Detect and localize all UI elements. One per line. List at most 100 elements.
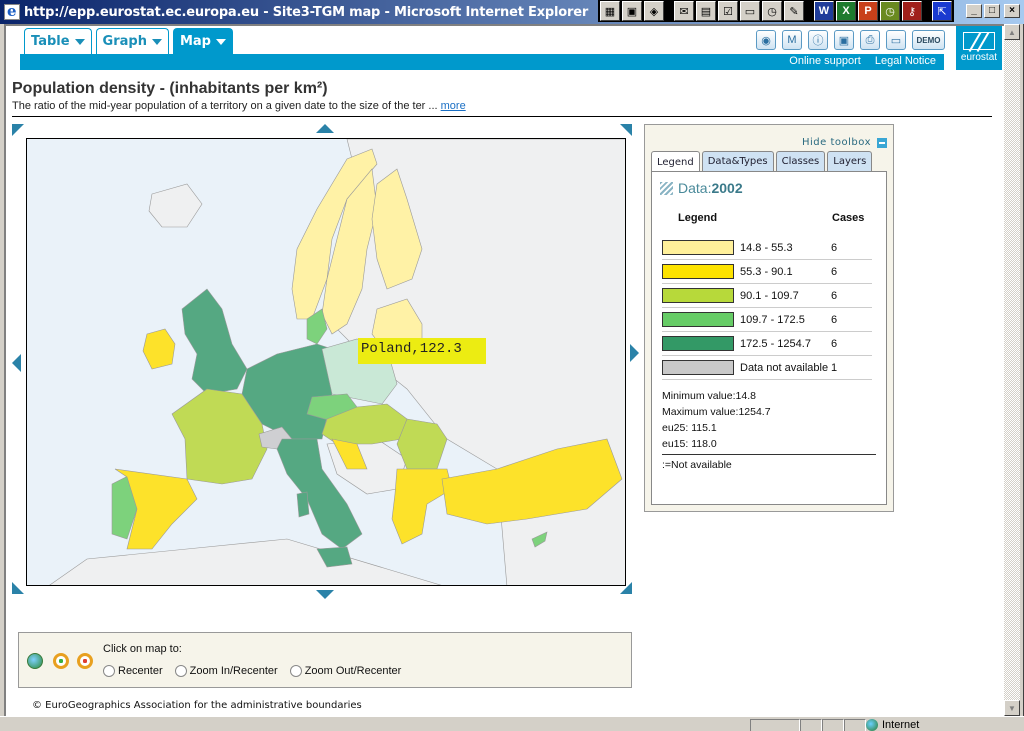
legend-panel: Data:2002 Legend Cases 14.8 - 55.3 6 55.3 …	[651, 171, 887, 505]
ie-page-icon	[4, 2, 20, 20]
folder-icon[interactable]: ▭	[886, 30, 906, 50]
clock-icon[interactable]: ◷	[880, 1, 900, 21]
security-zone: Internet	[866, 719, 919, 731]
chevron-down-icon	[215, 38, 226, 45]
tab-map[interactable]: Map	[172, 28, 233, 54]
pan-east-arrow[interactable]	[630, 344, 639, 362]
legend-range: 55.3 - 90.1	[740, 265, 793, 278]
eurostat-logo[interactable]: eurostat	[956, 26, 1002, 70]
not-available-note: :=Not available	[662, 459, 732, 471]
radio-button[interactable]	[289, 665, 302, 677]
contacts-icon[interactable]: ▭	[740, 1, 760, 21]
status-bar: Internet	[0, 716, 1024, 731]
mail-icon[interactable]: ✉	[674, 1, 694, 21]
page-title: Population density - (inhabitants per km…	[12, 80, 328, 97]
scroll-down-button[interactable]: ▼	[1004, 700, 1020, 716]
radio-button[interactable]	[103, 665, 115, 677]
toolbox-tab-data-types[interactable]: Data&Types	[701, 151, 774, 171]
word-doc-icon[interactable]: M	[782, 30, 802, 50]
powerpoint-icon[interactable]: P	[858, 1, 878, 21]
toolbar-icons: ◉ M ⓘ ▣ ⎙ ▭ DEMO	[756, 30, 945, 50]
view-tabs: Table Graph Map	[24, 28, 233, 54]
radio-button[interactable]	[174, 665, 187, 677]
zoom-in-icon[interactable]	[53, 653, 69, 669]
page-description: The ratio of the mid-year population of …	[12, 100, 466, 112]
legend-cases: 6	[831, 289, 838, 302]
chevron-down-icon	[151, 38, 162, 45]
chevron-down-icon	[74, 38, 85, 45]
legend-header: Legend	[678, 212, 718, 224]
pan-north-arrow[interactable]	[316, 124, 334, 133]
scroll-up-button[interactable]: ▲	[1004, 24, 1020, 40]
pan-northeast-arrow[interactable]	[620, 124, 632, 136]
excel-icon[interactable]: X	[836, 1, 856, 21]
data-year-label: Data:2002	[660, 180, 743, 196]
tab-table[interactable]: Table	[24, 28, 92, 54]
close-button[interactable]: ×	[1004, 4, 1020, 18]
info-icon[interactable]: ⓘ	[808, 30, 828, 50]
logo-text: eurostat	[960, 52, 998, 63]
legend-cases: 6	[831, 313, 838, 326]
more-link[interactable]: more	[441, 100, 466, 112]
legend-range: 109.7 - 172.5	[740, 313, 805, 326]
pan-south-arrow[interactable]	[316, 590, 334, 599]
app-icon[interactable]: ◈	[644, 1, 664, 21]
vertical-scrollbar[interactable]: ▲ ▼	[1004, 24, 1020, 716]
tab-graph[interactable]: Graph	[95, 28, 169, 54]
legend-range: Data not available	[740, 361, 829, 374]
legend-range: 172.5 - 1254.7	[740, 337, 811, 350]
journal-icon[interactable]: ◷	[762, 1, 782, 21]
print-icon[interactable]: ⎙	[860, 30, 880, 50]
online-support-link[interactable]: Online support	[789, 55, 861, 67]
hatch-icon	[660, 181, 673, 195]
tab-label: Table	[31, 34, 70, 49]
map-click-controls: Click on map to: Recenter Zoom In/Recent…	[18, 632, 632, 688]
hide-toolbox-button[interactable]: Hide toolbox	[802, 137, 887, 148]
pan-southwest-arrow[interactable]	[12, 582, 24, 594]
hide-toolbox-label: Hide toolbox	[802, 137, 871, 148]
description-text: The ratio of the mid-year population of …	[12, 100, 438, 112]
toolbox-tabs: Legend Data&Types Classes Layers	[651, 151, 873, 172]
app-icon[interactable]: ▣	[622, 1, 642, 21]
windows-flag-icon[interactable]: ▦	[600, 1, 620, 21]
radio-recenter[interactable]: Recenter	[103, 665, 163, 677]
legend-swatch	[662, 288, 734, 303]
tasks-icon[interactable]: ☑	[718, 1, 738, 21]
key-icon[interactable]: ⚷	[902, 1, 922, 21]
radio-zoom-out[interactable]: Zoom Out/Recenter	[289, 665, 401, 677]
minimize-button[interactable]: _	[966, 4, 982, 18]
toolbox-tab-layers[interactable]: Layers	[827, 151, 873, 171]
tab-label: Map	[179, 34, 211, 49]
zoom-out-icon[interactable]	[77, 653, 93, 669]
max-value: Maximum value:1254.7	[662, 406, 771, 418]
calendar-icon[interactable]: ▤	[696, 1, 716, 21]
word-icon[interactable]: W	[814, 1, 834, 21]
country-united-kingdom[interactable]	[181, 288, 248, 395]
header-band: Online support Legal Notice	[20, 54, 944, 70]
legend-cases: 1	[831, 361, 838, 374]
country-north-africa[interactable]	[47, 538, 447, 586]
demo-button[interactable]: DEMO	[912, 30, 945, 50]
notes-icon[interactable]: ✎	[784, 1, 804, 21]
radio-label: Zoom In/Recenter	[189, 665, 278, 677]
globe-icon[interactable]: ◉	[756, 30, 776, 50]
window-border	[1020, 24, 1024, 728]
radio-zoom-in[interactable]: Zoom In/Recenter	[174, 665, 278, 677]
legal-notice-link[interactable]: Legal Notice	[875, 55, 936, 67]
toolbox-tab-classes[interactable]: Classes	[775, 151, 826, 171]
legend-row: 109.7 - 172.5 6	[662, 308, 872, 332]
pan-northwest-arrow[interactable]	[12, 124, 24, 136]
maximize-button[interactable]: □	[984, 4, 1000, 18]
globe-icon[interactable]	[27, 653, 43, 669]
save-icon[interactable]: ▣	[834, 30, 854, 50]
resize-icon[interactable]: ⇱	[932, 1, 952, 21]
tab-label: Graph	[102, 34, 147, 49]
pan-west-arrow[interactable]	[12, 354, 21, 372]
country-ireland[interactable]	[142, 328, 176, 370]
map-canvas[interactable]	[27, 139, 626, 586]
choropleth-map[interactable]: Poland,122.3	[26, 138, 626, 586]
browser-content: Table Graph Map ◉ M ⓘ ▣ ⎙ ▭ DEMO Online …	[4, 24, 1004, 716]
country-sardinia[interactable]	[296, 491, 310, 518]
country-iceland[interactable]	[148, 183, 203, 228]
toolbox-tab-legend[interactable]: Legend	[651, 151, 700, 172]
